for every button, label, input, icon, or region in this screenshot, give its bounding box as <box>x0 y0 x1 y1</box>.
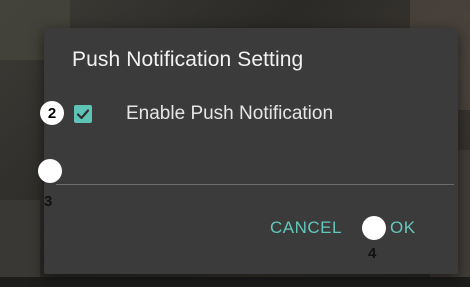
enable-push-checkbox[interactable] <box>74 105 92 123</box>
ok-button[interactable]: OK <box>390 218 416 238</box>
annotation-marker-3 <box>38 159 62 183</box>
cancel-button[interactable]: CANCEL <box>270 218 342 238</box>
dialog-title: Push Notification Setting <box>72 48 304 71</box>
push-notification-dialog: Push Notification Setting Enable Push No… <box>44 28 458 274</box>
app-screen: Push Notification Setting Enable Push No… <box>0 0 470 287</box>
enable-push-label: Enable Push Notification <box>126 103 334 124</box>
annotation-marker-4 <box>362 216 386 240</box>
annotation-label-3: 3 <box>44 193 53 210</box>
enable-push-row[interactable]: Enable Push Notification <box>74 100 333 128</box>
checkmark-icon <box>76 109 90 120</box>
annotation-label-4: 4 <box>368 245 377 262</box>
annotation-marker-2: 2 <box>40 101 64 125</box>
bottom-bar <box>0 277 470 287</box>
divider <box>56 184 454 185</box>
background-photo <box>0 200 40 287</box>
